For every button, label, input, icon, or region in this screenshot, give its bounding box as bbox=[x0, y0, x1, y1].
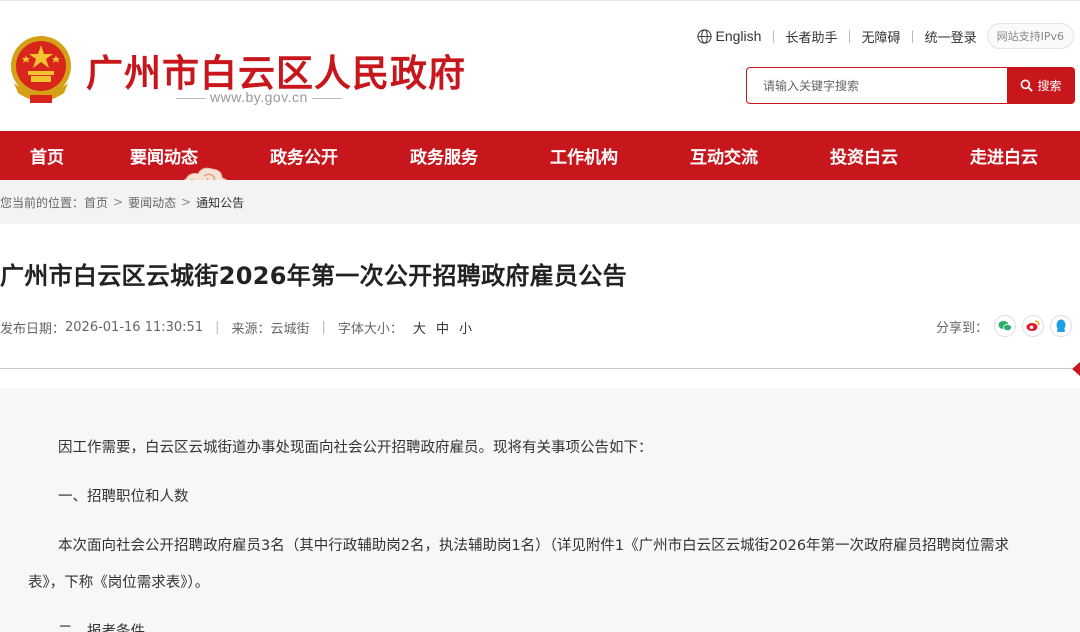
elder-assistant-link[interactable]: 长者助手 bbox=[785, 27, 837, 46]
article-title: 广州市白云区云城街2026年第一次公开招聘政府雇员公告 bbox=[0, 262, 627, 290]
font-size-small-button[interactable]: 小 bbox=[459, 318, 472, 337]
globe-icon bbox=[696, 28, 712, 44]
separator: | bbox=[215, 320, 220, 335]
nav-item-gov-services[interactable]: 政务服务 bbox=[374, 131, 514, 180]
search-button[interactable]: 搜索 bbox=[1007, 67, 1075, 104]
english-link-label: English bbox=[715, 28, 762, 44]
breadcrumb-separator: > bbox=[181, 195, 192, 209]
source-label: 来源： bbox=[231, 322, 271, 337]
publish-date: 2026-01-16 11:30:51 bbox=[65, 320, 204, 335]
breadcrumb-prefix: 您当前的位置： bbox=[0, 195, 85, 210]
site-domain: www.by.gov.cn bbox=[172, 89, 346, 105]
share-label: 分享到： bbox=[935, 320, 988, 336]
nav-item-home[interactable]: 首页 bbox=[0, 131, 94, 180]
national-emblem-icon bbox=[11, 36, 71, 103]
publish-date-label: 发布日期： bbox=[0, 322, 66, 337]
paragraph-intro: 因工作需要，白云区云城街道办事处现面向社会公开招聘政府雇员。现将有关事项公告如下… bbox=[58, 440, 653, 456]
breadcrumb: 您当前的位置： 首页 > 要闻动态 > 通知公告 bbox=[0, 180, 1080, 224]
nav-item-gov-affairs-open[interactable]: 政务公开 bbox=[234, 131, 374, 180]
side-tab-arrow-icon[interactable] bbox=[1072, 362, 1080, 376]
breadcrumb-notices[interactable]: 通知公告 bbox=[196, 194, 244, 211]
paragraph-positions-line1: 本次面向社会公开招聘政府雇员3名（其中行政辅助岗2名，执法辅助岗1名）（详见附件… bbox=[58, 538, 1010, 554]
paragraph-positions-line2: 表》，下称《岗位需求表》）。 bbox=[28, 575, 210, 591]
breadcrumb-separator: > bbox=[113, 195, 124, 209]
article-content: 因工作需要，白云区云城街道办事处现面向社会公开招聘政府雇员。现将有关事项公告如下… bbox=[0, 388, 1080, 632]
section-heading-positions: 一、招聘职位和人数 bbox=[58, 489, 189, 505]
breadcrumb-home[interactable]: 首页 bbox=[84, 194, 108, 211]
ipv6-badge: 网站支持IPv6 bbox=[986, 23, 1074, 49]
english-link[interactable]: English bbox=[696, 28, 762, 44]
top-links: English | 长者助手 | 无障碍 | 统一登录 网站支持IPv6 bbox=[696, 23, 1074, 49]
font-size-large-button[interactable]: 大 bbox=[413, 318, 426, 337]
article-meta: 发布日期： 2026-01-16 11:30:51 | 来源： 云城街 | 字体… bbox=[0, 318, 472, 337]
separator: | bbox=[771, 29, 776, 43]
weibo-share-icon[interactable] bbox=[1022, 315, 1044, 337]
nav-item-interaction[interactable]: 互动交流 bbox=[654, 131, 794, 180]
font-size-label: 字体大小： bbox=[337, 322, 403, 337]
accessibility-link[interactable]: 无障碍 bbox=[862, 27, 901, 46]
search-input[interactable]: 请输入关键字搜索 bbox=[746, 67, 1008, 104]
nav-item-agencies[interactable]: 工作机构 bbox=[514, 131, 654, 180]
wechat-share-icon[interactable] bbox=[994, 315, 1016, 337]
main-nav: 首页 要闻动态 政务公开 政务服务 工作机构 互动交流 投资白云 走进白云 bbox=[0, 131, 1080, 180]
site-domain-text: www.by.gov.cn bbox=[210, 89, 308, 105]
section-heading-requirements: 二、报考条件 bbox=[58, 624, 145, 632]
separator: | bbox=[321, 320, 326, 335]
qq-share-icon[interactable] bbox=[1050, 315, 1072, 337]
search-icon bbox=[1021, 79, 1034, 92]
separator: | bbox=[847, 29, 852, 43]
nav-item-invest[interactable]: 投资白云 bbox=[794, 131, 934, 180]
search-placeholder: 请输入关键字搜索 bbox=[763, 79, 860, 93]
breadcrumb-news[interactable]: 要闻动态 bbox=[128, 194, 176, 211]
nav-item-about[interactable]: 走进白云 bbox=[934, 131, 1074, 180]
search-button-label: 搜索 bbox=[1037, 79, 1062, 93]
separator: | bbox=[910, 29, 915, 43]
share-bar: 分享到： bbox=[936, 315, 1072, 337]
article-divider bbox=[0, 368, 1072, 369]
site-header: 广州市白云区人民政府 www.by.gov.cn English | 长者助手 … bbox=[0, 0, 1080, 131]
font-size-medium-button[interactable]: 中 bbox=[436, 318, 449, 337]
source-value: 云城街 bbox=[270, 322, 310, 337]
unified-login-link[interactable]: 统一登录 bbox=[925, 27, 977, 46]
